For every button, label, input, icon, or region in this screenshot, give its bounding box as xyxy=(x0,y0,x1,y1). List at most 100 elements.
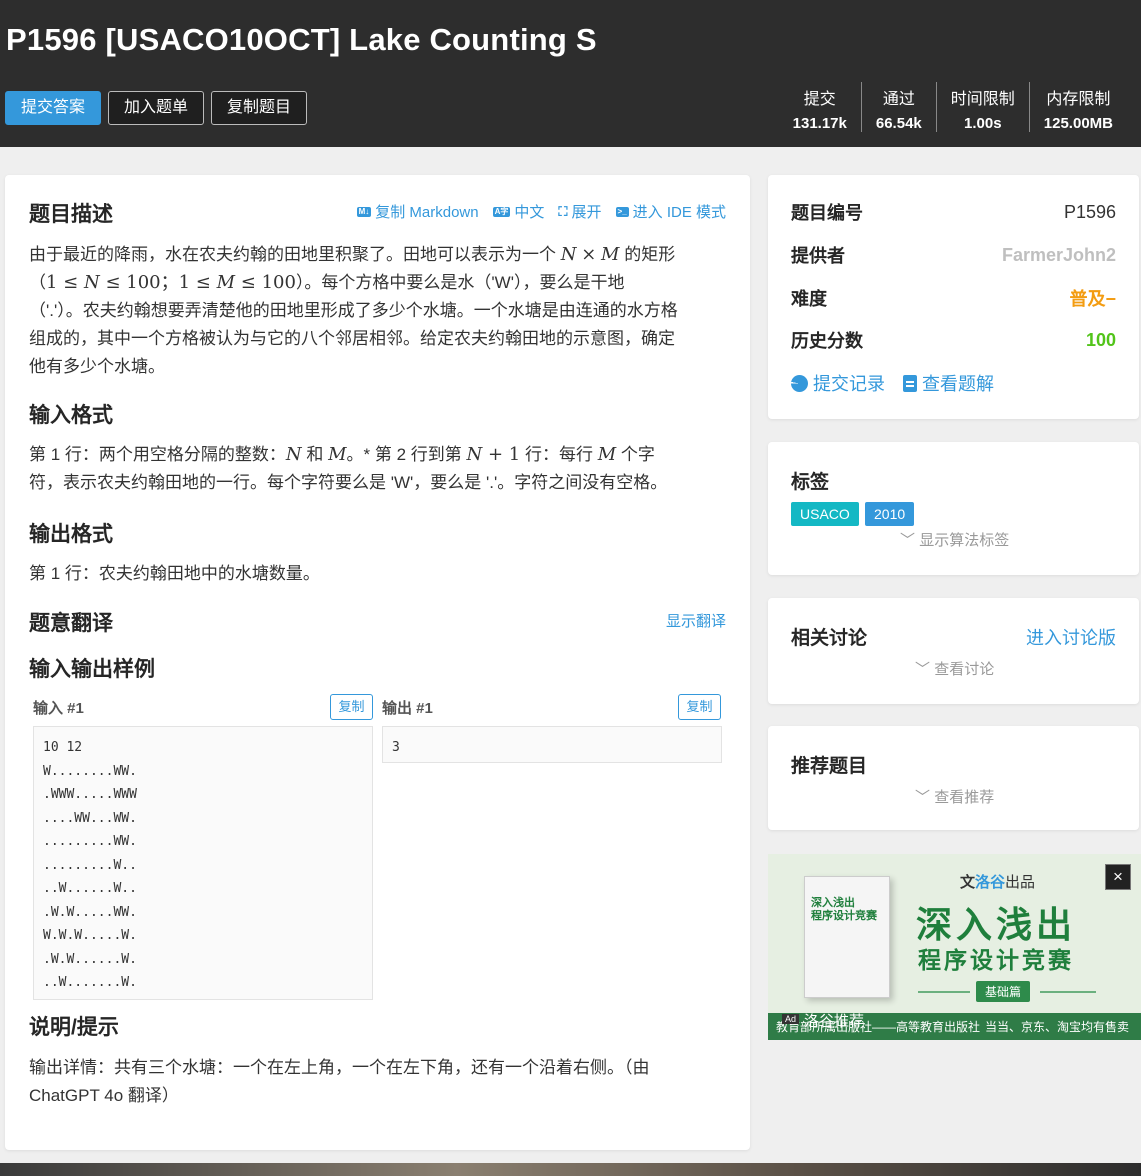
problem-header: P1596 [USACO10OCT] Lake Counting S 提交答案 … xyxy=(0,0,1141,147)
problem-content-card: 题目描述 M↓ 复制 Markdown A字 中文 ⛶ 展开 >_ 进入 IDE… xyxy=(5,175,750,1150)
pid-value: P1596 xyxy=(1063,201,1116,222)
terminal-icon: >_ xyxy=(615,206,629,217)
show-algorithm-tags-label: 显示算法标签 xyxy=(919,532,1010,549)
ad-edition-badge: 基础篇 xyxy=(976,981,1031,1002)
ad-badge: Ad xyxy=(782,1014,800,1024)
submission-records-link[interactable]: 提交记录 xyxy=(791,370,885,396)
problem-stats: 提交 131.17k 通过 66.54k 时间限制 1.00s 内存限制 125… xyxy=(779,82,1127,132)
tag-usaco[interactable]: USACO xyxy=(791,502,859,526)
info-row-score: 历史分数 100 xyxy=(791,327,1116,353)
stat-label: 内存限制 xyxy=(1046,91,1111,108)
recommend-heading: 推荐题目 xyxy=(791,756,868,777)
copy-markdown-label: 复制 Markdown xyxy=(375,204,479,221)
markdown-icon: M↓ xyxy=(356,206,372,217)
hint-text: 输出详情：共有三个水塘：一个在左上角，一个在左下角，还有一个沿着右侧。（由 Ch… xyxy=(29,1058,650,1105)
ad-divider-left xyxy=(918,991,970,993)
input-format-heading: 输入格式 xyxy=(29,404,113,427)
ad-divider-right xyxy=(1040,991,1096,993)
copy-problem-button[interactable]: 复制题目 xyxy=(211,91,308,125)
expand-label: 展开 xyxy=(571,204,602,221)
info-row-pid: 题目编号 P1596 xyxy=(791,199,1116,225)
info-row-provider: 提供者 FarmerJohn2 xyxy=(791,242,1116,268)
stat-time-limit: 时间限制 1.00s xyxy=(935,82,1029,132)
pie-chart-icon xyxy=(791,374,808,392)
sample-input-box: 10 12 W........WW. .WWW.....WWW ....WW..… xyxy=(33,726,373,1000)
problem-title: P1596 [USACO10OCT] Lake Counting S xyxy=(6,22,597,57)
tags-card: 标签 USACO 2010 ﹀ 显示算法标签 xyxy=(768,442,1139,575)
tag-year[interactable]: 2010 xyxy=(865,502,915,526)
stat-value: 66.54k xyxy=(875,115,922,132)
chevron-down-icon: ﹀ xyxy=(915,661,931,678)
header-actions: 提交答案 加入题单 复制题目 xyxy=(5,91,308,125)
sample-output-label: 输出 #1 xyxy=(382,700,433,717)
expand-link[interactable]: ⛶ 展开 xyxy=(558,201,601,222)
copy-output-button[interactable]: 复制 xyxy=(678,694,721,720)
translation-heading: 题意翻译 xyxy=(29,612,113,635)
copy-markdown-link[interactable]: M↓ 复制 Markdown xyxy=(356,201,479,222)
sample-output-box: 3 xyxy=(382,726,722,763)
enter-discussion-link[interactable]: 进入讨论版 xyxy=(1026,624,1116,650)
view-discussion-toggle[interactable]: ﹀ 查看讨论 xyxy=(915,658,994,679)
discussion-heading: 相关讨论 xyxy=(791,628,868,649)
stat-accepted: 通过 66.54k xyxy=(860,82,936,132)
show-algorithm-tags-toggle[interactable]: ﹀ 显示算法标签 xyxy=(900,529,1009,550)
output-format-text: 第 1 行：农夫约翰田地中的水塘数量。 xyxy=(29,564,320,583)
hint-heading: 说明/提示 xyxy=(29,1016,119,1039)
difficulty-value: 普及− xyxy=(1069,289,1116,309)
ad-recommend-label: 洛谷推荐 xyxy=(804,1013,865,1030)
solutions-label: 查看题解 xyxy=(922,374,994,394)
description-heading: 题目描述 xyxy=(29,203,113,226)
discussion-card: 相关讨论 进入讨论版 ﹀ 查看讨论 xyxy=(768,598,1139,704)
show-translation-link[interactable]: 显示翻译 xyxy=(666,610,726,631)
submit-answer-button[interactable]: 提交答案 xyxy=(5,91,102,125)
ad-retailers: 当当、京东、淘宝均有售卖 xyxy=(984,1020,1129,1034)
ide-mode-link[interactable]: >_ 进入 IDE 模式 xyxy=(615,201,726,222)
sample-input-label: 输入 #1 xyxy=(33,700,84,717)
bottom-background-strip xyxy=(0,1163,1141,1176)
output-format-heading: 输出格式 xyxy=(29,523,113,546)
stat-value: 125.00MB xyxy=(1043,115,1113,132)
stat-label: 时间限制 xyxy=(950,91,1015,108)
translate-icon: A字 xyxy=(492,206,511,217)
chevron-down-icon: ﹀ xyxy=(900,532,916,549)
stat-value: 131.17k xyxy=(792,115,847,132)
stat-submissions: 提交 131.17k xyxy=(779,82,861,132)
score-value: 100 xyxy=(1085,329,1116,350)
close-ad-button[interactable]: × xyxy=(1105,864,1131,890)
book-cover-image: 深入浅出 程序设计竞赛 xyxy=(804,876,890,998)
difficulty-label: 难度 xyxy=(791,289,827,309)
book-cover-title: 深入浅出 程序设计竞赛 xyxy=(811,897,877,922)
add-to-list-button[interactable]: 加入题单 xyxy=(108,91,205,125)
chevron-down-icon: ﹀ xyxy=(915,789,931,806)
language-label: 中文 xyxy=(514,204,545,221)
recommend-card: 推荐题目 ﹀ 查看推荐 xyxy=(768,726,1139,830)
language-chinese-link[interactable]: A字 中文 xyxy=(492,201,545,222)
stat-label: 提交 xyxy=(803,91,836,108)
view-recommend-toggle[interactable]: ﹀ 查看推荐 xyxy=(915,786,994,807)
problem-info-card: 题目编号 P1596 提供者 FarmerJohn2 难度 普及− 历史分数 1… xyxy=(768,175,1139,419)
pid-label: 题目编号 xyxy=(791,203,863,223)
description-text: 由于最近的降雨，水在农夫约翰的田地里积聚了。田地可以表示为一个 N × M 的矩… xyxy=(29,244,678,376)
expand-icon: ⛶ xyxy=(558,203,568,219)
records-label: 提交记录 xyxy=(813,374,885,394)
provider-label: 提供者 xyxy=(791,246,845,266)
input-format-text: 第 1 行：两个用空格分隔的整数：N 和 M。* 第 2 行到第 N + 1 行… xyxy=(29,444,668,492)
document-icon xyxy=(903,374,917,392)
book-advertisement[interactable]: 深入浅出 程序设计竞赛 文洛谷出品 深入浅出 程序设计竞赛 基础篇 教育部所属出… xyxy=(768,854,1141,1040)
luogu-logo: 文洛谷出品 xyxy=(960,874,1036,891)
view-recommend-label: 查看推荐 xyxy=(934,789,995,806)
provider-link[interactable]: FarmerJohn2 xyxy=(1002,245,1116,266)
samples-heading: 输入输出样例 xyxy=(29,658,155,681)
stat-label: 通过 xyxy=(882,91,915,108)
ad-subheadline: 程序设计竞赛 xyxy=(918,947,1074,973)
score-label: 历史分数 xyxy=(791,331,863,351)
problem-toolbar: M↓ 复制 Markdown A字 中文 ⛶ 展开 >_ 进入 IDE 模式 xyxy=(356,201,726,222)
copy-input-button[interactable]: 复制 xyxy=(330,694,373,720)
stat-memory-limit: 内存限制 125.00MB xyxy=(1028,82,1127,132)
stat-value: 1.00s xyxy=(964,115,1002,132)
tags-heading: 标签 xyxy=(791,472,830,493)
view-solutions-link[interactable]: 查看题解 xyxy=(903,370,994,396)
view-discussion-label: 查看讨论 xyxy=(934,661,995,678)
ide-mode-label: 进入 IDE 模式 xyxy=(632,204,726,221)
info-row-difficulty: 难度 普及− xyxy=(791,285,1116,311)
